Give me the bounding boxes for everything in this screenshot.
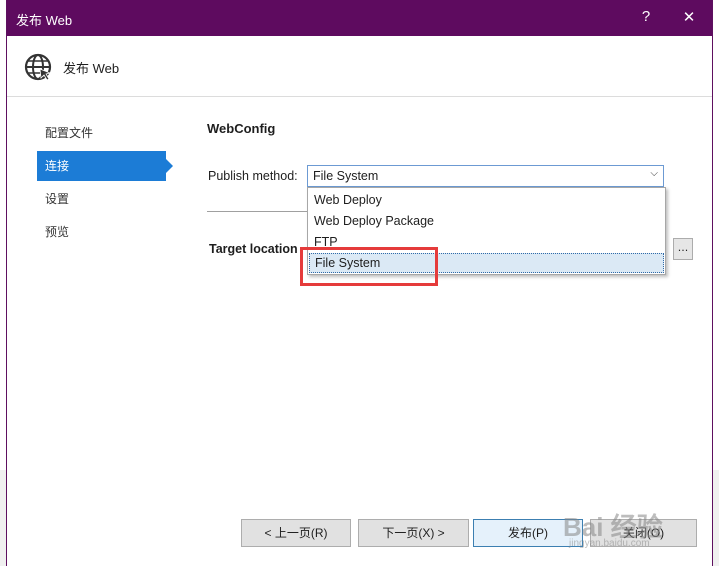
annotation-highlight-box (300, 247, 438, 286)
globe-icon (24, 53, 52, 81)
dialog-header: 发布 Web (7, 36, 712, 97)
option-web-deploy[interactable]: Web Deploy (309, 190, 664, 210)
close-button[interactable]: ✕ (676, 8, 702, 26)
target-location-label: Target location (209, 242, 298, 256)
help-button[interactable]: ? (633, 8, 659, 25)
window-title: 发布 Web (16, 13, 73, 28)
section-title: WebConfig (207, 121, 276, 136)
chevron-down-icon: ⌵ (650, 168, 658, 179)
baidu-watermark: Bai 经验 jingyan.baidu.com (563, 505, 713, 555)
publish-web-dialog: 发布 Web ? ✕ 发布 Web 配置文件 连接 设置 预览 WebConfi… (6, 0, 713, 566)
wizard-nav: 配置文件 连接 设置 预览 (37, 118, 207, 250)
nav-item-settings[interactable]: 设置 (37, 184, 165, 214)
nav-item-connection[interactable]: 连接 (37, 151, 173, 181)
option-web-deploy-package[interactable]: Web Deploy Package (309, 211, 664, 231)
watermark-url: jingyan.baidu.com (569, 538, 650, 549)
publish-method-value: File System (313, 169, 379, 183)
browse-button[interactable]: ... (673, 238, 693, 260)
separator (207, 211, 307, 212)
publish-method-select[interactable]: File System ⌵ (307, 165, 664, 187)
title-bar: 发布 Web ? ✕ (7, 0, 712, 36)
publish-method-label: Publish method: (208, 169, 298, 183)
prev-button[interactable]: < 上一页(R) (241, 519, 351, 547)
next-button[interactable]: 下一页(X) > (358, 519, 469, 547)
header-title: 发布 Web (63, 61, 120, 76)
nav-item-profile[interactable]: 配置文件 (37, 118, 165, 148)
nav-item-preview[interactable]: 预览 (37, 217, 165, 247)
